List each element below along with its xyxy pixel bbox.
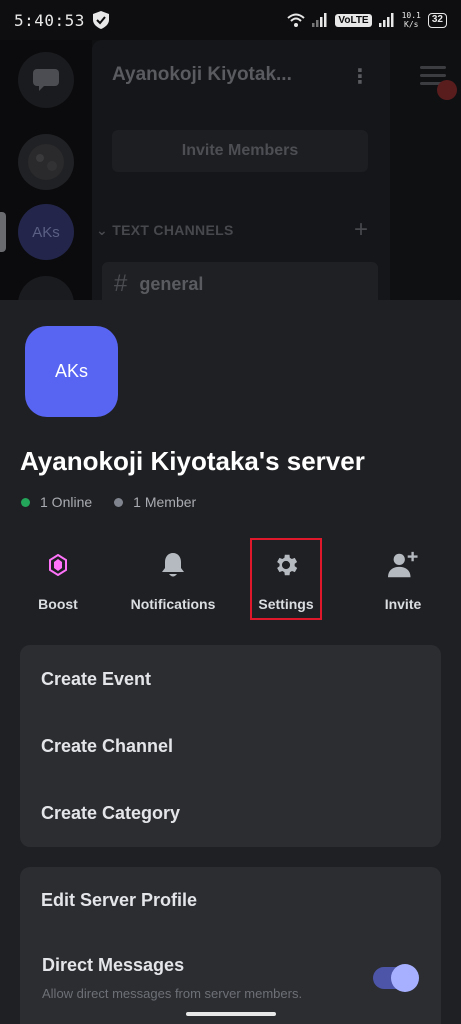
battery-icon: 32 (427, 12, 447, 28)
more-options-icon[interactable]: ⋮ (350, 64, 370, 89)
online-count: 1 Online (40, 494, 93, 510)
server-name: Ayanokoji Kiyotaka's server (20, 446, 365, 476)
panel-server-title[interactable]: Ayanokoji Kiyotak... (112, 64, 292, 86)
direct-messages-toggle[interactable] (373, 964, 419, 992)
server-icon-aks[interactable]: AKs (18, 204, 74, 260)
status-time: 5:40:53 (14, 10, 85, 30)
server-bottom-sheet: AKs Ayanokoji Kiyotaka's server 1 Online… (0, 300, 461, 1024)
server-rail: AKs (0, 40, 92, 300)
chevron-down-icon: ⌄ (96, 222, 109, 238)
toggle-knob (391, 964, 419, 992)
text-channels-header[interactable]: ⌄ TEXT CHANNELS (96, 222, 234, 239)
status-bar: 5:40:53 VoLTE 10.1 K/s 32 (0, 0, 461, 40)
settings-button[interactable]: Settings (250, 538, 322, 620)
wifi-icon (287, 13, 306, 27)
server-actions: Boost Notifications Settings Invite (0, 538, 461, 620)
notification-badge (437, 80, 457, 100)
server-icon-other[interactable] (18, 134, 74, 190)
server-stats: 1 Online 1 Member (21, 494, 196, 510)
boost-button[interactable]: Boost (28, 538, 88, 620)
bell-icon (158, 550, 188, 580)
notifications-button[interactable]: Notifications (122, 538, 224, 620)
edit-server-profile-item[interactable]: Edit Server Profile (20, 867, 441, 934)
add-channel-icon[interactable]: + (354, 216, 368, 244)
home-indicator[interactable] (186, 1012, 276, 1016)
invite-members-button[interactable]: Invite Members (112, 130, 368, 172)
signal-icon (312, 13, 327, 27)
profile-menu-card: Edit Server Profile Direct Messages Allo… (20, 867, 441, 1024)
add-person-icon (388, 550, 418, 580)
volte-indicator: VoLTE (335, 13, 372, 27)
selected-server-pill (0, 212, 6, 252)
create-event-item[interactable]: Create Event (20, 646, 441, 713)
direct-messages-icon[interactable] (18, 52, 74, 108)
signal-icon-2 (378, 13, 394, 27)
server-icon: AKs (25, 326, 118, 417)
member-dot-icon (114, 497, 124, 507)
gear-icon (271, 550, 301, 580)
channel-name: general (139, 273, 204, 294)
shield-check-icon (92, 11, 109, 29)
create-channel-item[interactable]: Create Channel (20, 713, 441, 780)
create-category-item[interactable]: Create Category (20, 780, 441, 847)
direct-messages-title: Direct Messages (42, 955, 185, 975)
add-server-icon[interactable] (18, 276, 74, 300)
create-menu-card: Create Event Create Channel Create Categ… (20, 645, 441, 847)
hash-icon: # (114, 270, 128, 297)
background-app: AKs Ayanokoji Kiyotak... ⋮ Invite Member… (0, 40, 461, 300)
direct-messages-setting: Direct Messages Allow direct messages fr… (42, 955, 302, 1001)
boost-icon (43, 550, 73, 580)
network-speed: 10.1 K/s (401, 11, 421, 29)
direct-messages-subtitle: Allow direct messages from server member… (42, 986, 303, 1001)
member-count: 1 Member (133, 494, 197, 510)
channel-panel: Ayanokoji Kiyotak... ⋮ Invite Members ⌄ … (92, 40, 390, 300)
channel-general[interactable]: # general (102, 262, 378, 300)
invite-button[interactable]: Invite (370, 538, 436, 620)
online-dot-icon (21, 497, 30, 507)
